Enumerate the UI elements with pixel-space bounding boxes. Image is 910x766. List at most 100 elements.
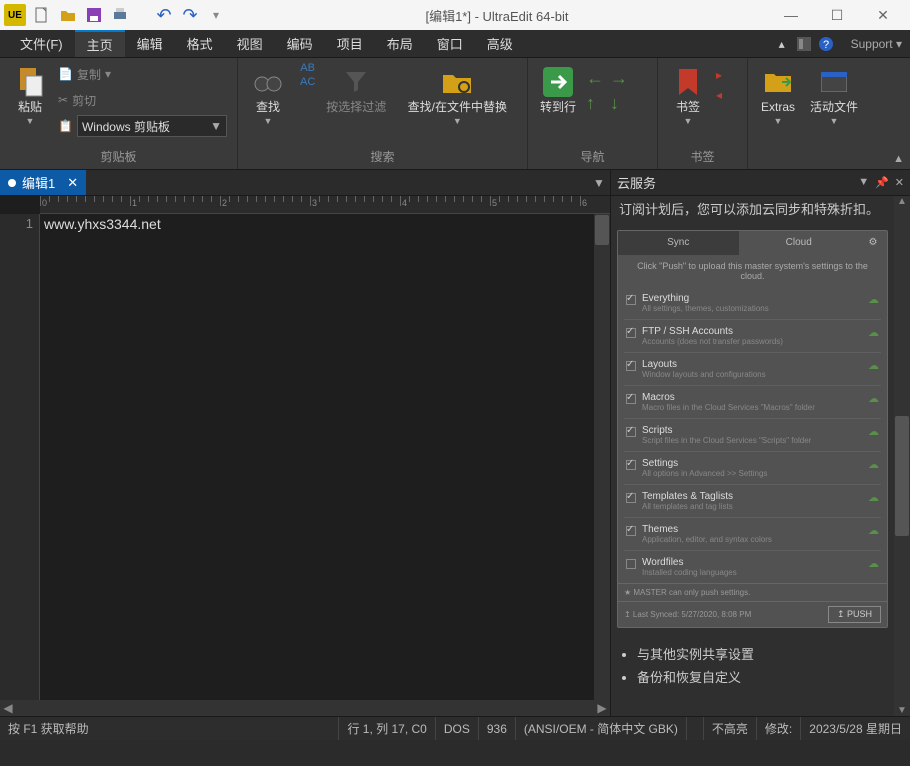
maximize-button[interactable]: ☐ — [814, 0, 860, 30]
cloud-option-row[interactable]: EverythingAll settings, themes, customiz… — [624, 287, 881, 319]
cloud-row-title: FTP / SSH Accounts — [642, 326, 862, 337]
code-area[interactable]: www.yhxs3344.net — [40, 214, 594, 700]
print-icon[interactable] — [110, 5, 130, 25]
ruler: 0123456 — [40, 196, 610, 214]
menu-window[interactable]: 窗口 — [425, 30, 475, 57]
doc-tab-1[interactable]: 编辑1 ✕ — [0, 170, 86, 195]
tab-list-dropdown-icon[interactable]: ▼ — [588, 170, 610, 195]
cloud-settings-icon[interactable]: ⚙ — [859, 231, 887, 255]
extras-button[interactable]: Extras ▼ — [756, 62, 800, 126]
clipboard-selector[interactable]: 📋 Windows 剪贴板▼ — [58, 114, 227, 138]
status-modified-label: 修改: — [757, 717, 801, 740]
nav-down-icon[interactable]: ↓ — [610, 93, 628, 114]
copy-button[interactable]: 📄复制 ▾ — [58, 62, 227, 86]
horizontal-scrollbar[interactable]: ◀ ▶ — [0, 700, 610, 716]
status-encoding[interactable]: (ANSI/OEM - 简体中文 GBK) — [516, 717, 687, 740]
active-files-button[interactable]: 活动文件 ▼ — [806, 62, 862, 126]
menu-home[interactable]: 主页 — [75, 30, 125, 57]
checkbox-icon[interactable] — [626, 526, 636, 536]
cloud-row-title: Layouts — [642, 359, 862, 370]
quick-access-toolbar: ↶ ↷ ▾ — [32, 5, 226, 25]
cloud-option-row[interactable]: WordfilesInstalled coding languages☁ — [624, 550, 881, 583]
layout-icon[interactable] — [795, 35, 813, 53]
undo-icon[interactable]: ↶ — [154, 5, 174, 25]
cloud-option-row[interactable]: FTP / SSH AccountsAccounts (does not tra… — [624, 319, 881, 352]
checkbox-icon[interactable] — [626, 295, 636, 305]
menu-edit[interactable]: 编辑 — [125, 30, 175, 57]
cloud-option-row[interactable]: ScriptsScript files in the Cloud Service… — [624, 418, 881, 451]
panel-pin-icon[interactable]: 📌 — [875, 176, 889, 189]
binoculars-icon — [252, 66, 284, 98]
filter-button[interactable]: 按选择过滤 — [321, 62, 391, 114]
help-icon[interactable]: ? — [817, 35, 835, 53]
panel-title: 云服务 — [617, 173, 656, 192]
new-file-icon[interactable] — [32, 5, 52, 25]
nav-forward-icon[interactable]: → — [610, 68, 628, 89]
cloud-tab-sync[interactable]: Sync — [618, 231, 739, 255]
checkbox-icon[interactable] — [626, 559, 636, 569]
scroll-down-icon[interactable]: ▼ — [894, 705, 910, 716]
panel-dropdown-icon[interactable]: ▼ — [858, 176, 869, 189]
checkbox-icon[interactable] — [626, 328, 636, 338]
cloud-option-row[interactable]: Templates & TaglistsAll templates and ta… — [624, 484, 881, 517]
ribbon-collapse-icon[interactable]: ▴ — [773, 35, 791, 53]
menu-format[interactable]: 格式 — [175, 30, 225, 57]
support-menu[interactable]: Support ▾ — [843, 30, 910, 57]
cloud-push-button[interactable]: ↥ PUSH — [828, 606, 881, 623]
panel-close-icon[interactable]: ✕ — [895, 176, 904, 189]
scroll-left-icon[interactable]: ◀ — [0, 701, 16, 715]
copy-icon: 📄 — [58, 67, 73, 81]
checkbox-icon[interactable] — [626, 460, 636, 470]
menu-layout[interactable]: 布局 — [375, 30, 425, 57]
cloud-option-row[interactable]: SettingsAll options in Advanced >> Setti… — [624, 451, 881, 484]
panel-description: 订阅计划后，您可以添加云同步和特殊折扣。 — [611, 196, 894, 224]
menu-project[interactable]: 项目 — [325, 30, 375, 57]
goto-line-button[interactable]: 转到行 — [536, 62, 580, 114]
status-lineending[interactable]: DOS — [436, 717, 479, 740]
ab-icon[interactable]: AB — [300, 62, 315, 74]
window-controls: — ☐ ✕ — [768, 0, 906, 30]
checkbox-icon[interactable] — [626, 394, 636, 404]
bookmark-prev-icon[interactable]: ◂ — [716, 88, 722, 102]
panel-scrollbar[interactable]: ▲ ▼ — [894, 196, 910, 716]
checkbox-icon[interactable] — [626, 361, 636, 371]
cloud-master-note: ★ MASTER can only push settings. — [618, 583, 887, 601]
menu-file[interactable]: 文件(F) — [8, 30, 75, 57]
scroll-up-icon[interactable]: ▲ — [894, 196, 910, 207]
ac-icon[interactable]: AC — [300, 76, 315, 88]
status-codepage[interactable]: 936 — [479, 717, 516, 740]
menu-view[interactable]: 视图 — [225, 30, 275, 57]
cloud-tab-cloud[interactable]: Cloud — [739, 231, 860, 255]
qat-dropdown-icon[interactable]: ▾ — [206, 5, 226, 25]
find-button[interactable]: 查找 ▼ — [246, 62, 290, 126]
menu-advanced[interactable]: 高级 — [475, 30, 525, 57]
close-button[interactable]: ✕ — [860, 0, 906, 30]
ribbon-minimize-icon[interactable]: ▲ — [893, 153, 904, 165]
bullet-item: 与其他实例共享设置 — [637, 644, 880, 663]
bookmark-next-icon[interactable]: ▸ — [716, 68, 722, 82]
checkbox-icon[interactable] — [626, 493, 636, 503]
nav-up-icon[interactable]: ↑ — [586, 93, 604, 114]
cloud-status-icon: ☁ — [868, 524, 879, 537]
scroll-right-icon[interactable]: ▶ — [594, 701, 610, 715]
menu-encoding[interactable]: 编码 — [275, 30, 325, 57]
cloud-option-row[interactable]: LayoutsWindow layouts and configurations… — [624, 352, 881, 385]
panel-bullets: 与其他实例共享设置 备份和恢复自定义 — [611, 634, 894, 696]
open-file-icon[interactable] — [58, 5, 78, 25]
tab-close-icon[interactable]: ✕ — [67, 175, 78, 191]
status-highlight[interactable]: 不高亮 — [704, 717, 757, 740]
minimize-button[interactable]: — — [768, 0, 814, 30]
cut-button[interactable]: ✂剪切 — [58, 88, 227, 112]
paste-button[interactable]: 粘贴 ▼ — [8, 62, 52, 126]
cloud-option-row[interactable]: ThemesApplication, editor, and syntax co… — [624, 517, 881, 550]
redo-icon[interactable]: ↷ — [180, 5, 200, 25]
checkbox-icon[interactable] — [626, 427, 636, 437]
vertical-scrollbar[interactable] — [594, 214, 610, 700]
nav-back-icon[interactable]: ← — [586, 68, 604, 89]
find-replace-files-button[interactable]: 查找/在文件中替换 ▼ — [397, 62, 517, 126]
cloud-status-icon: ☁ — [868, 458, 879, 471]
cut-icon: ✂ — [58, 93, 68, 107]
cloud-option-row[interactable]: MacrosMacro files in the Cloud Services … — [624, 385, 881, 418]
bookmark-button[interactable]: 书签 ▼ — [666, 62, 710, 126]
save-icon[interactable] — [84, 5, 104, 25]
